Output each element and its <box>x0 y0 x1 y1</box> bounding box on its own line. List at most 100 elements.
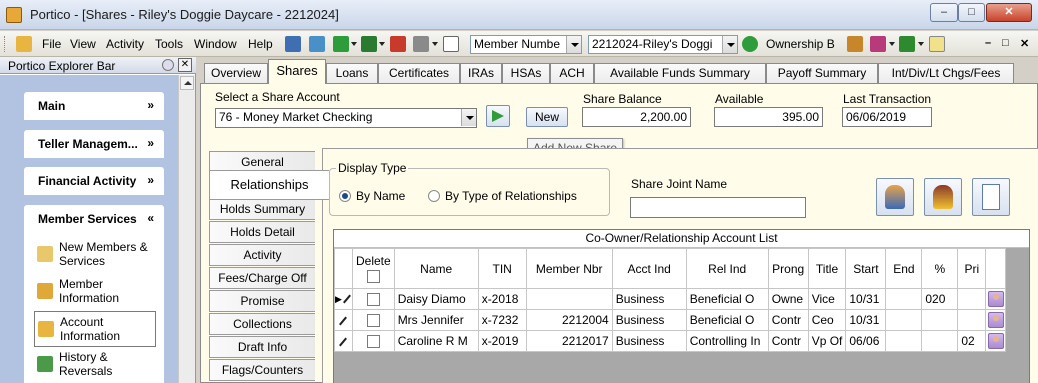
menu-help[interactable]: Help <box>248 37 273 51</box>
acct-ind-cell[interactable]: Business <box>611 309 687 331</box>
nav-item-history-reversals[interactable]: History & Reversals <box>34 347 156 383</box>
title-cell[interactable]: Vp Of <box>807 330 847 352</box>
member-select[interactable]: 2212024-Riley's Doggi <box>588 35 738 54</box>
prong-cell[interactable]: Contr <box>767 330 809 352</box>
side-tab-flags-counters[interactable]: Flags/Counters <box>209 359 315 381</box>
pri-cell[interactable] <box>957 288 987 310</box>
person-icon[interactable] <box>987 291 1004 307</box>
tab-available-funds-summary[interactable]: Available Funds Summary <box>594 63 766 83</box>
by-name-label[interactable]: By Name <box>356 189 405 203</box>
money-dropdown-icon[interactable] <box>351 42 357 46</box>
add-relationship-button[interactable] <box>876 178 914 216</box>
go-arrow-icon[interactable] <box>742 36 758 52</box>
tin-cell[interactable]: x-2019 <box>477 330 527 352</box>
member-nbr-cell[interactable]: 2212017 <box>525 330 613 352</box>
table-row[interactable]: Mrs Jennifer x-7232 2212004 Business Ben… <box>334 309 1007 331</box>
side-tab-draft-info[interactable]: Draft Info <box>209 336 315 358</box>
share-joint-name-input[interactable] <box>630 197 806 218</box>
chevron-down-icon[interactable]: » <box>147 98 154 112</box>
table-row[interactable]: ▶ Daisy Diamo x-2018 Business Beneficial… <box>334 288 1007 310</box>
chevron-down-icon[interactable]: » <box>147 173 154 187</box>
name-cell[interactable]: Mrs Jennifer <box>393 309 479 331</box>
tab-hsas[interactable]: HSAs <box>502 63 550 83</box>
side-tab-holds-summary[interactable]: Holds Summary <box>209 198 315 220</box>
nav-group-member-services[interactable]: Member Services « <box>24 205 164 233</box>
money-icon[interactable] <box>333 36 349 52</box>
column-header[interactable]: Title <box>807 248 847 289</box>
side-tab-relationships[interactable]: Relationships <box>209 170 329 200</box>
new-share-button[interactable]: New <box>526 107 568 127</box>
minimize-button[interactable]: – <box>930 3 958 22</box>
delete-checkbox[interactable] <box>366 335 380 349</box>
side-tab-fees-charge-off[interactable]: Fees/Charge Off <box>209 267 315 289</box>
menu-activity[interactable]: Activity <box>106 37 144 51</box>
tab-payoff-summary[interactable]: Payoff Summary <box>766 63 878 83</box>
pri-cell[interactable]: 02 <box>957 330 987 352</box>
share-account-select[interactable]: 76 - Money Market Checking <box>215 108 477 128</box>
tab-ach[interactable]: ACH <box>550 63 594 83</box>
pct-cell[interactable]: 020 <box>921 288 959 310</box>
go-button[interactable] <box>486 105 510 127</box>
tab-shares[interactable]: Shares <box>268 59 326 84</box>
nav-item-member-information[interactable]: Member Information <box>34 274 156 310</box>
chevron-down-icon[interactable] <box>566 36 581 53</box>
column-header[interactable]: Member Nbr <box>525 248 613 289</box>
mail-icon[interactable] <box>929 36 945 52</box>
start-cell[interactable]: 10/31 <box>845 309 887 331</box>
chevron-down-icon[interactable] <box>461 109 476 126</box>
close-button[interactable]: ✕ <box>986 3 1032 22</box>
end-cell[interactable] <box>885 288 923 310</box>
tab-iras[interactable]: IRAs <box>460 63 502 83</box>
name-cell[interactable]: Daisy Diamo <box>393 288 479 310</box>
chevron-down-icon[interactable] <box>722 36 737 53</box>
tab-int-div-fees[interactable]: Int/Div/Lt Chgs/Fees <box>878 63 1014 83</box>
delete-checkbox[interactable] <box>366 314 380 328</box>
end-cell[interactable] <box>885 309 923 331</box>
mdi-minimize-button[interactable]: – <box>985 37 991 49</box>
tin-cell[interactable]: x-7232 <box>477 309 527 331</box>
printer-icon[interactable] <box>413 36 429 52</box>
column-header[interactable]: Prong <box>767 248 809 289</box>
document-icon[interactable] <box>443 36 459 52</box>
delete-all-checkbox[interactable] <box>366 269 380 283</box>
side-tab-holds-detail[interactable]: Holds Detail <box>209 221 315 243</box>
person-icon[interactable] <box>987 312 1004 328</box>
pct-cell[interactable] <box>921 309 959 331</box>
column-header[interactable]: Acct Ind <box>611 248 687 289</box>
printer-dropdown-icon[interactable] <box>432 42 438 46</box>
mdi-restore-button[interactable]: □ <box>1002 37 1009 49</box>
rel-ind-cell[interactable]: Controlling In <box>685 330 769 352</box>
member-nbr-cell[interactable] <box>525 288 613 310</box>
prong-cell[interactable]: Owne <box>767 288 809 310</box>
forward-arrow-icon[interactable] <box>390 36 406 52</box>
prong-cell[interactable]: Contr <box>767 309 809 331</box>
pri-cell[interactable] <box>957 309 987 331</box>
menu-window[interactable]: Window <box>194 37 237 51</box>
start-cell[interactable]: 06/06 <box>845 330 887 352</box>
title-cell[interactable]: Vice <box>807 288 847 310</box>
tin-cell[interactable]: x-2018 <box>477 288 527 310</box>
mdi-close-button[interactable]: ✕ <box>1020 37 1029 50</box>
tab-overview[interactable]: Overview <box>204 63 268 83</box>
tag-icon[interactable] <box>309 36 325 52</box>
tab-certificates[interactable]: Certificates <box>378 63 460 83</box>
person-icon[interactable] <box>987 333 1004 349</box>
member-nbr-cell[interactable]: 2212004 <box>525 309 613 331</box>
acct-ind-cell[interactable]: Business <box>611 288 687 310</box>
chevron-down-icon[interactable]: » <box>147 136 154 150</box>
explorer-scrollbar[interactable] <box>178 75 195 383</box>
by-type-label[interactable]: By Type of Relationships <box>445 189 577 203</box>
side-tab-promise[interactable]: Promise <box>209 290 315 312</box>
by-name-radio[interactable] <box>339 190 351 202</box>
chevron-up-icon[interactable]: « <box>147 211 154 225</box>
column-header[interactable]: % <box>921 248 959 289</box>
scroll-up-icon[interactable] <box>180 76 194 90</box>
people-icon[interactable] <box>847 36 863 52</box>
nav-group-financial-activity[interactable]: Financial Activity » <box>24 167 164 195</box>
tab-loans[interactable]: Loans <box>326 63 378 83</box>
title-cell[interactable]: Ceo <box>807 309 847 331</box>
edit-document-button[interactable] <box>972 178 1010 216</box>
start-cell[interactable]: 10/31 <box>845 288 887 310</box>
name-cell[interactable]: Caroline R M <box>393 330 479 352</box>
column-header[interactable]: Rel Ind <box>685 248 769 289</box>
